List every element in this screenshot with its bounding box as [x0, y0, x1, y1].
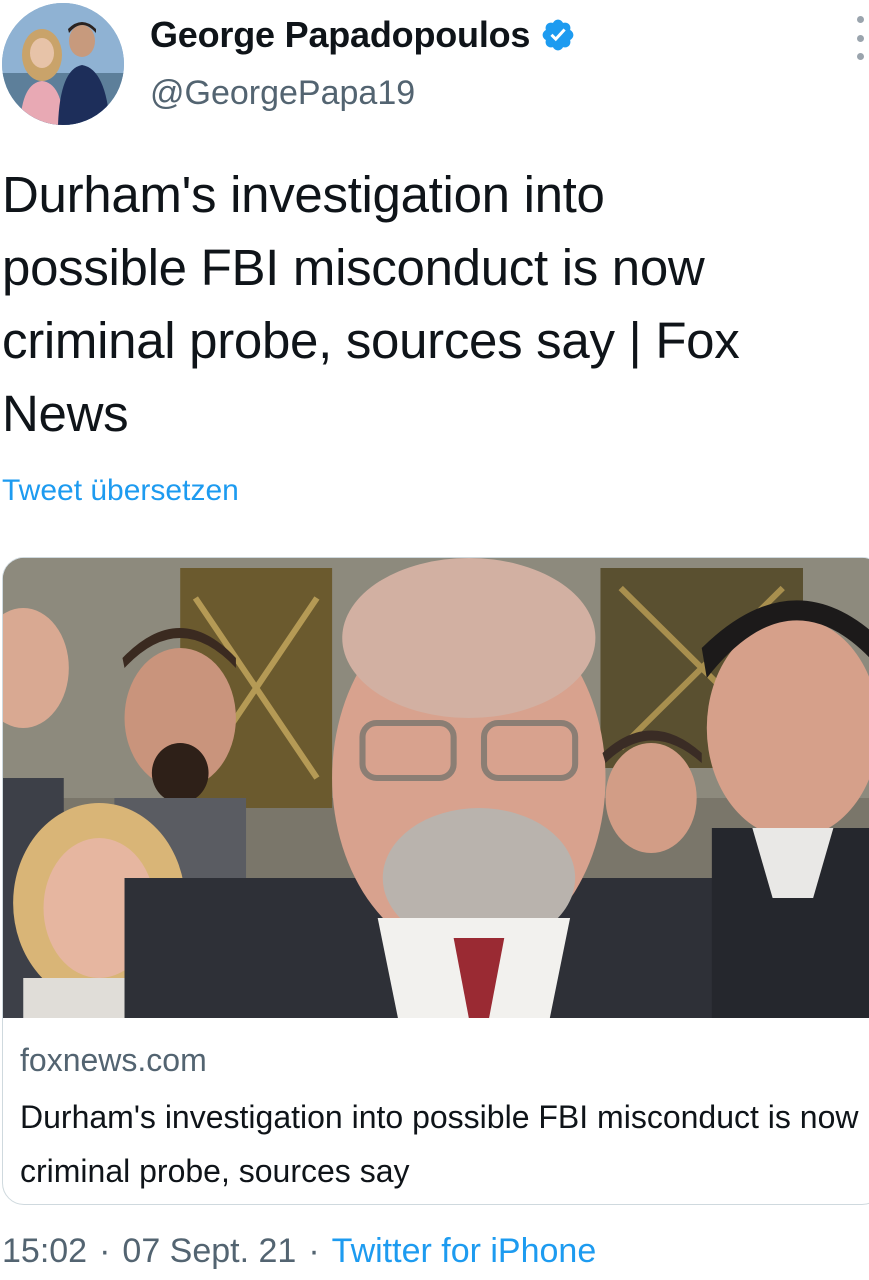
tweet-time[interactable]: 15:02: [2, 1232, 87, 1271]
card-domain: foxnews.com: [20, 1042, 207, 1078]
author-name-row: George Papadopoulos: [150, 14, 576, 56]
tweet-metadata: 15:02 · 07 Sept. 21 · Twitter for iPhone: [2, 1232, 596, 1271]
avatar-photo: [2, 3, 124, 125]
separator: ·: [99, 1232, 111, 1270]
link-preview-card[interactable]: foxnews.com Durham's investigation into …: [2, 557, 869, 1205]
tweet-text: Durham's investigation into possible FBI…: [2, 166, 740, 442]
translate-tweet-link[interactable]: Tweet übersetzen: [2, 474, 239, 508]
avatar[interactable]: [2, 3, 124, 125]
news-photo: [3, 558, 869, 1018]
verified-badge-icon: [540, 17, 576, 53]
card-title[interactable]: Durham's investigation into possible FBI…: [20, 1090, 865, 1198]
tweet-date[interactable]: 07 Sept. 21: [122, 1232, 296, 1271]
author-display-name[interactable]: George Papadopoulos: [150, 14, 530, 56]
tweet-source-link[interactable]: Twitter for iPhone: [332, 1232, 597, 1271]
more-options-icon[interactable]: [851, 16, 869, 60]
separator: ·: [308, 1232, 320, 1270]
author-handle[interactable]: @GeorgePapa19: [150, 74, 415, 113]
card-image[interactable]: [3, 558, 869, 1018]
